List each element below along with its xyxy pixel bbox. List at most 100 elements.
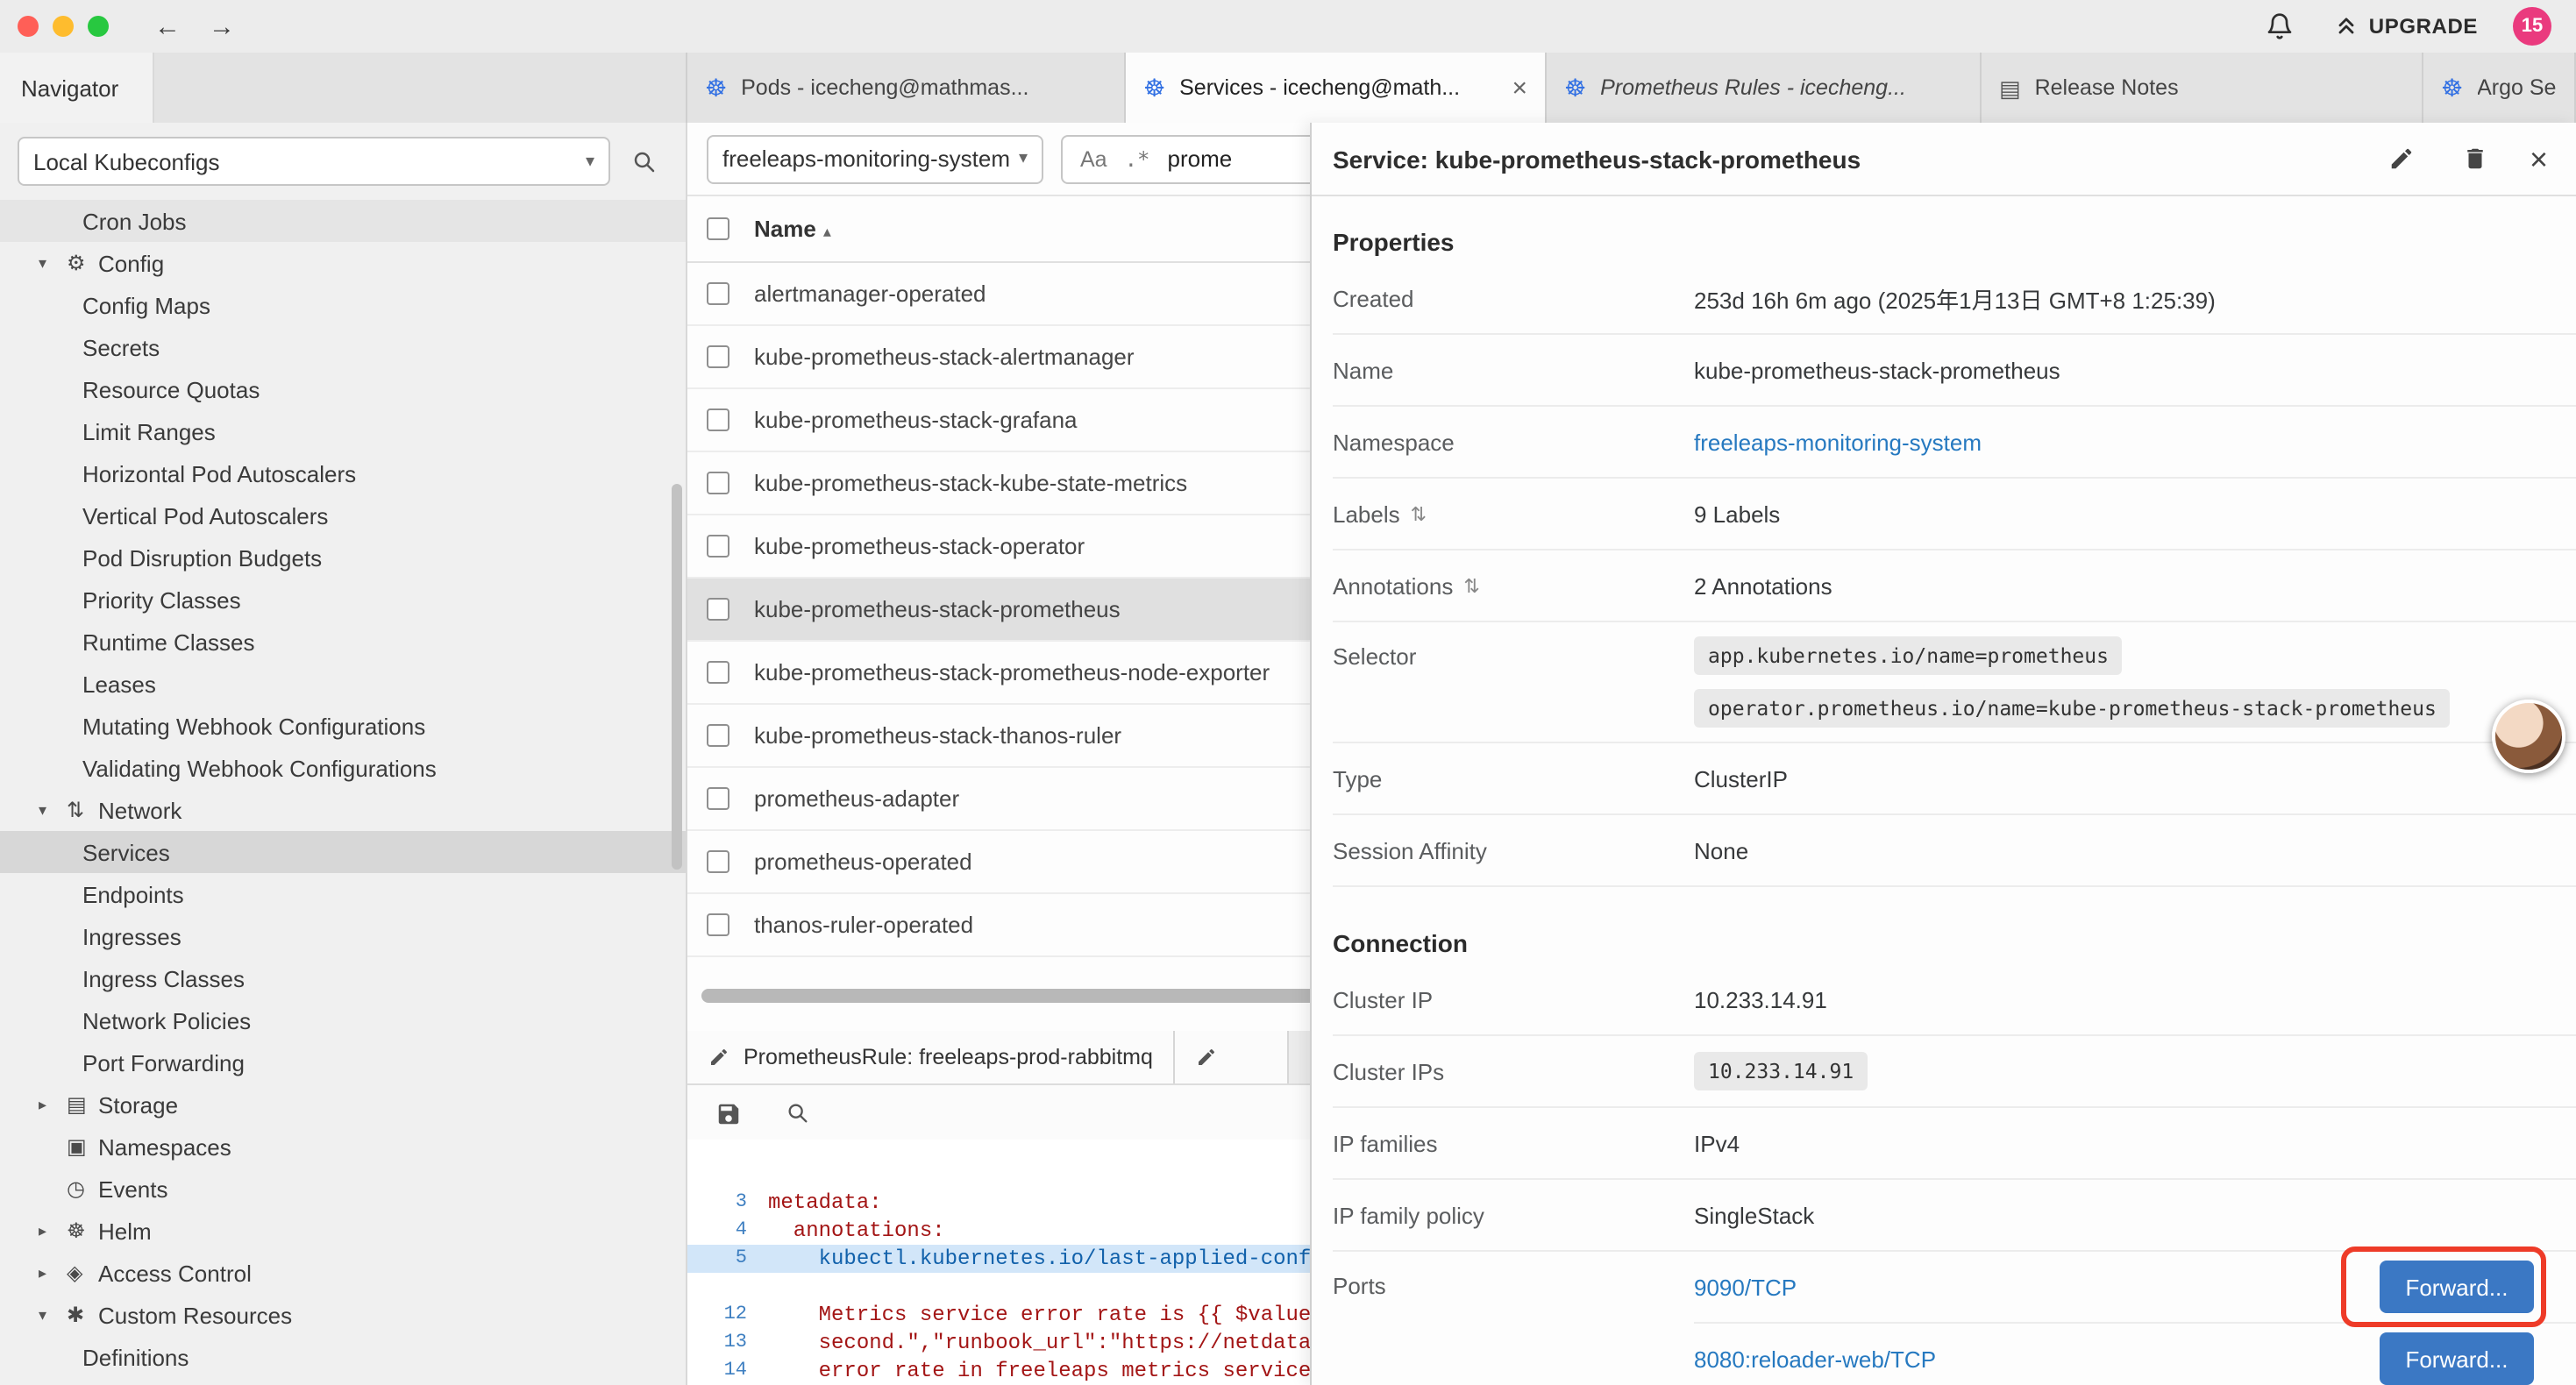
sidebar-scrollbar[interactable] bbox=[672, 484, 682, 870]
sidebar-item-label: Network bbox=[98, 797, 181, 823]
sidebar-item[interactable]: Resource Quotas bbox=[0, 368, 686, 410]
forward-button[interactable]: Forward... bbox=[2380, 1332, 2534, 1385]
chevron-icon[interactable]: ▸ bbox=[39, 1263, 67, 1282]
sidebar-item[interactable]: Pod Disruption Budgets bbox=[0, 536, 686, 579]
regex-toggle[interactable]: .* bbox=[1125, 146, 1150, 171]
sidebar-item[interactable]: Port Forwarding bbox=[0, 1041, 686, 1083]
close-icon[interactable]: × bbox=[2530, 143, 2548, 174]
name-column-header[interactable]: Name▴ bbox=[754, 216, 831, 242]
sidebar-item[interactable]: ▣ Namespaces bbox=[0, 1126, 686, 1168]
sidebar-item[interactable]: Vertical Pod Autoscalers bbox=[0, 494, 686, 536]
row-checkbox[interactable] bbox=[707, 282, 729, 305]
sidebar-item[interactable]: ▾ ⇅ Network bbox=[0, 789, 686, 831]
expand-toggle-icon[interactable]: ⇅ bbox=[1463, 574, 1479, 597]
sidebar-item[interactable]: Config Maps bbox=[0, 284, 686, 326]
sidebar-item[interactable]: ◷ Events bbox=[0, 1168, 686, 1210]
sidebar-item-label: Ingress Classes bbox=[82, 965, 245, 991]
sidebar-item-label: Network Policies bbox=[82, 1007, 251, 1033]
port-link[interactable]: 9090/TCP bbox=[1694, 1274, 1797, 1300]
tab-argo[interactable]: ☸ Argo Se bbox=[2423, 53, 2576, 123]
edit-icon[interactable] bbox=[2382, 139, 2421, 178]
row-checkbox[interactable] bbox=[707, 787, 729, 810]
namespace-link[interactable]: freeleaps-monitoring-system bbox=[1694, 429, 1982, 455]
search-icon[interactable] bbox=[779, 1094, 817, 1133]
sidebar-item[interactable]: Ingress Classes bbox=[0, 957, 686, 999]
notification-count-badge[interactable]: 15 bbox=[2513, 7, 2551, 46]
cluster-ips-badge: 10.233.14.91 bbox=[1694, 1052, 1868, 1090]
sidebar-item[interactable]: Leases bbox=[0, 663, 686, 705]
minimize-window-button[interactable] bbox=[53, 16, 74, 37]
tab-release-notes[interactable]: ▤ Release Notes bbox=[1982, 53, 2423, 123]
row-checkbox[interactable] bbox=[707, 472, 729, 494]
chevron-icon[interactable]: ▸ bbox=[39, 1221, 67, 1240]
connection-row-ip-families: IP families IPv4 bbox=[1333, 1108, 2576, 1180]
chevron-icon[interactable]: ▾ bbox=[39, 800, 67, 820]
expand-toggle-icon[interactable]: ⇅ bbox=[1411, 502, 1427, 525]
match-case-toggle[interactable]: Aa bbox=[1080, 146, 1107, 171]
row-checkbox[interactable] bbox=[707, 535, 729, 558]
row-checkbox[interactable] bbox=[707, 598, 729, 621]
sidebar-item[interactable]: Validating Webhook Configurations bbox=[0, 747, 686, 789]
row-checkbox[interactable] bbox=[707, 408, 729, 431]
dock-tab-partial[interactable] bbox=[1176, 1031, 1290, 1083]
zoom-window-button[interactable] bbox=[88, 16, 109, 37]
user-avatar[interactable] bbox=[2492, 700, 2565, 773]
chevron-icon[interactable]: ▾ bbox=[39, 253, 67, 273]
back-button[interactable]: ← bbox=[154, 11, 181, 41]
chevron-icon[interactable]: ▸ bbox=[39, 1095, 67, 1114]
sidebar-item[interactable]: ▾ ⚙ Config bbox=[0, 242, 686, 284]
sidebar-item-icon: ◷ bbox=[67, 1176, 98, 1201]
close-tab-icon[interactable]: × bbox=[1498, 73, 1527, 103]
sidebar-item-label: Config Maps bbox=[82, 292, 210, 318]
sidebar-item[interactable]: ▸ ▤ Storage bbox=[0, 1083, 686, 1126]
line-code: error rate in freeleaps metrics service bbox=[768, 1359, 1311, 1383]
tab-pods[interactable]: ☸ Pods - icecheng@mathmas... bbox=[687, 53, 1126, 123]
notifications-bell-icon[interactable] bbox=[2260, 7, 2299, 46]
close-window-button[interactable] bbox=[18, 16, 39, 37]
forward-button[interactable]: Forward... bbox=[2380, 1261, 2534, 1313]
upgrade-button[interactable]: UPGRADE bbox=[2334, 14, 2478, 39]
tab-prometheus-rules[interactable]: ☸ Prometheus Rules - icecheng... bbox=[1547, 53, 1982, 123]
search-box[interactable]: Aa .* prome bbox=[1061, 134, 1341, 183]
sidebar-item[interactable]: Network Policies bbox=[0, 999, 686, 1041]
delete-icon[interactable] bbox=[2456, 139, 2494, 178]
sidebar-item[interactable]: Services bbox=[0, 831, 686, 873]
save-icon[interactable] bbox=[708, 1094, 747, 1133]
sidebar-item[interactable]: Endpoints bbox=[0, 873, 686, 915]
service-name: kube-prometheus-stack-prometheus-node-ex… bbox=[754, 659, 1270, 685]
select-all-checkbox[interactable] bbox=[707, 217, 729, 240]
search-icon[interactable] bbox=[624, 142, 663, 181]
row-checkbox[interactable] bbox=[707, 345, 729, 368]
kubeconfig-select[interactable]: Local Kubeconfigs ▾ bbox=[18, 137, 610, 186]
row-checkbox[interactable] bbox=[707, 913, 729, 936]
sidebar-item[interactable]: Mutating Webhook Configurations bbox=[0, 705, 686, 747]
line-number: 5 bbox=[687, 1248, 768, 1269]
sidebar-item[interactable]: Cron Jobs bbox=[0, 200, 686, 242]
sidebar-item[interactable]: ▸ ☸ Helm bbox=[0, 1210, 686, 1252]
sidebar-item-label: Storage bbox=[98, 1091, 178, 1118]
port-link[interactable]: 8080:reloader-web/TCP bbox=[1694, 1346, 1936, 1372]
sidebar-item-icon: ⇅ bbox=[67, 798, 98, 822]
forward-button[interactable]: → bbox=[209, 11, 235, 41]
service-name: kube-prometheus-stack-grafana bbox=[754, 407, 1078, 433]
sidebar-item[interactable]: Ingresses bbox=[0, 915, 686, 957]
sidebar-item[interactable]: Horizontal Pod Autoscalers bbox=[0, 452, 686, 494]
row-checkbox[interactable] bbox=[707, 661, 729, 684]
annotations-value: 2 Annotations bbox=[1694, 572, 1832, 599]
tab-services[interactable]: ☸ Services - icecheng@math... × bbox=[1126, 53, 1547, 123]
sidebar-item[interactable]: ▾ ✱ Custom Resources bbox=[0, 1294, 686, 1336]
property-row-session-affinity: Session Affinity None bbox=[1333, 815, 2576, 887]
row-checkbox[interactable] bbox=[707, 724, 729, 747]
sidebar-item[interactable]: Runtime Classes bbox=[0, 621, 686, 663]
sidebar-item[interactable]: Secrets bbox=[0, 326, 686, 368]
sidebar-item-label: Custom Resources bbox=[98, 1302, 292, 1328]
sidebar-item[interactable]: Priority Classes bbox=[0, 579, 686, 621]
sidebar-item[interactable]: Definitions bbox=[0, 1336, 686, 1378]
sidebar-item[interactable]: Limit Ranges bbox=[0, 410, 686, 452]
search-input[interactable]: prome bbox=[1168, 146, 1233, 172]
dock-tab-prometheusrule[interactable]: PrometheusRule: freeleaps-prod-rabbitmq bbox=[687, 1031, 1176, 1083]
chevron-icon[interactable]: ▾ bbox=[39, 1305, 67, 1325]
sidebar-item[interactable]: ▸ ◈ Access Control bbox=[0, 1252, 686, 1294]
row-checkbox[interactable] bbox=[707, 850, 729, 873]
namespace-select[interactable]: freeleaps-monitoring-system ▾ bbox=[707, 134, 1043, 183]
